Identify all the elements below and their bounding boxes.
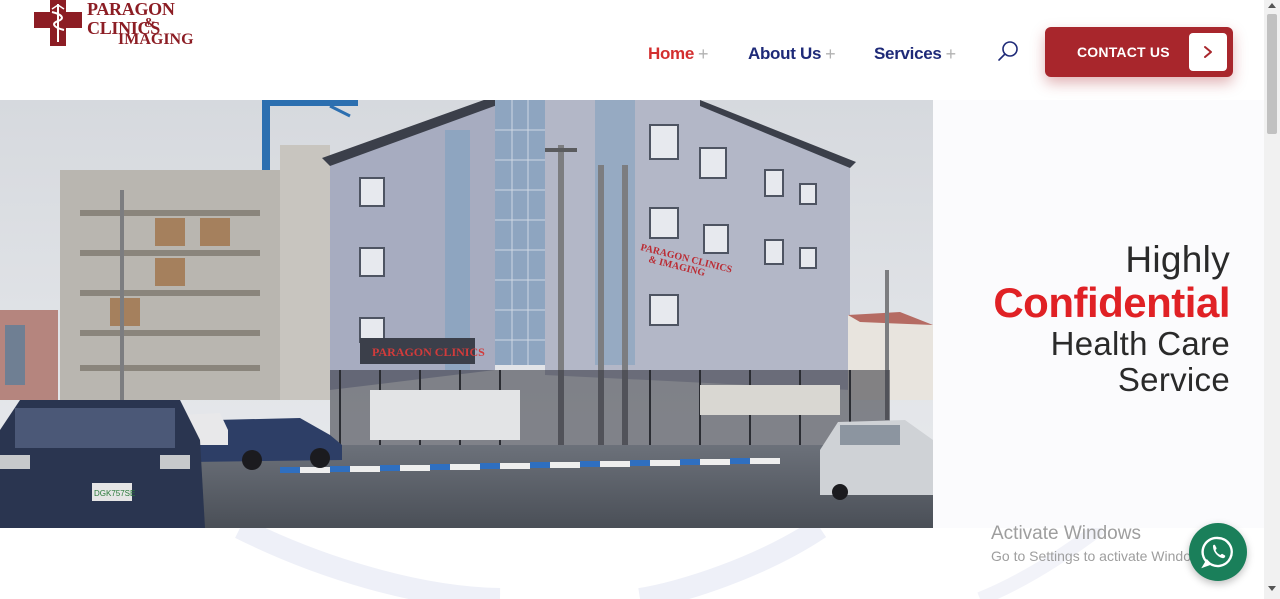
search-icon <box>998 41 1018 61</box>
watermark-title: Activate Windows <box>991 523 1141 544</box>
whatsapp-button[interactable] <box>1189 523 1247 581</box>
nav-item-services-label: Services <box>874 44 942 63</box>
hero-headline: Highly Confidential Health Care Service <box>993 240 1230 398</box>
logo-text-line3: IMAGING <box>118 31 194 48</box>
nav-item-home[interactable]: Home + <box>648 42 709 66</box>
site-logo[interactable]: PARAGON CLINICS & IMAGING <box>30 0 230 50</box>
scrollbar-thumb[interactable] <box>1267 14 1277 134</box>
medical-cross-logo-icon <box>34 0 82 46</box>
whatsapp-icon <box>1201 536 1233 569</box>
plus-icon: + <box>945 43 957 64</box>
contact-us-label: CONTACT US <box>1077 44 1170 60</box>
page: PARAGON CLINICS & IMAGING Home + About U… <box>0 0 1280 599</box>
contact-us-button[interactable]: CONTACT US <box>1045 27 1233 77</box>
activate-windows-watermark: Activate Windows Go to Settings to activ… <box>991 522 1212 566</box>
scroll-up-arrow-icon[interactable] <box>1268 3 1276 8</box>
nav-item-home-label: Home <box>648 44 695 63</box>
plus-icon: + <box>698 43 709 64</box>
chevron-right-icon <box>1189 33 1227 71</box>
scroll-down-arrow-icon[interactable] <box>1268 586 1276 591</box>
hero-clinic-photo: PARAGON CLINICS & IMAGING PARAGON CLINIC… <box>0 100 933 528</box>
hero-headline-line1: Highly <box>1125 239 1230 280</box>
search-button[interactable] <box>996 40 1020 64</box>
nav-item-services[interactable]: Services + <box>874 42 956 66</box>
nav-item-about-us[interactable]: About Us + <box>748 42 836 66</box>
hero-headline-line3: Health Care <box>1050 325 1230 362</box>
plus-icon: + <box>825 43 836 64</box>
page-scrollbar[interactable] <box>1264 0 1280 599</box>
logo-text-line2: & <box>144 16 156 31</box>
svg-text:PARAGON CLINICS: PARAGON CLINICS <box>372 345 485 359</box>
hero-headline-line2: Confidential <box>993 279 1230 326</box>
hero-headline-line4: Service <box>1117 361 1230 398</box>
svg-text:DGK757SE: DGK757SE <box>94 489 135 498</box>
watermark-subtitle: Go to Settings to activate Windows. <box>991 548 1212 564</box>
nav-item-about-us-label: About Us <box>748 44 822 63</box>
